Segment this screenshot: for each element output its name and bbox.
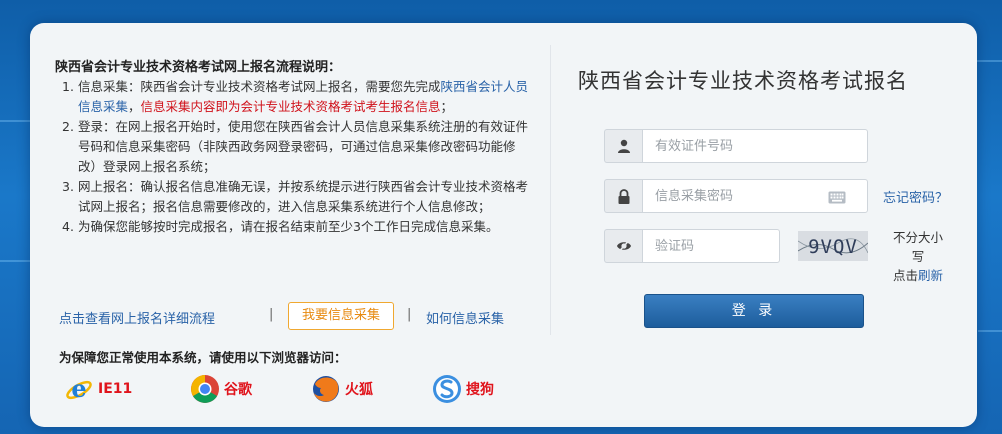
view-flow-link[interactable]: 点击查看网上报名详细流程 xyxy=(59,308,215,327)
browser-chrome[interactable]: 谷歌 xyxy=(190,373,252,405)
form-title: 陕西省会计专业技术资格考试报名 xyxy=(578,69,908,93)
login-card: 陕西省会计专业技术资格考试网上报名流程说明： 1. 信息采集：陕西省会计专业技术资… xyxy=(30,23,977,427)
guide-links: 点击查看网上报名详细流程 | 我要信息采集 | 如何信息采集 xyxy=(59,302,529,330)
guide-step: 1. 信息采集：陕西省会计专业技术资格考试网上报名，需要您先完成陕西省会计人员信息… xyxy=(62,77,530,117)
link-separator: | xyxy=(407,307,412,322)
refresh-captcha-link[interactable]: 刷新 xyxy=(918,268,943,283)
user-icon xyxy=(604,129,642,163)
step-text: 为确保您能够按时完成报名，请在报名结束前至少3个工作日完成信息采集。 xyxy=(78,219,499,234)
browser-label: 搜狗 xyxy=(466,382,494,398)
browser-sogou[interactable]: 搜狗 xyxy=(432,373,494,405)
captcha-shield-icon xyxy=(604,229,642,263)
browser-firefox[interactable]: 火狐 xyxy=(311,373,373,405)
link-separator: | xyxy=(269,307,274,322)
guide-steps: 1. 信息采集：陕西省会计专业技术资格考试网上报名，需要您先完成陕西省会计人员信息… xyxy=(62,77,530,237)
keyboard-icon[interactable] xyxy=(828,189,846,208)
step-text: ； xyxy=(440,99,454,114)
step-text: ， xyxy=(128,99,141,114)
browser-label: 谷歌 xyxy=(224,382,252,398)
refresh-prefix: 点击 xyxy=(892,268,918,283)
section-divider xyxy=(550,45,551,335)
info-collect-button[interactable]: 我要信息采集 xyxy=(288,302,394,330)
browser-label: IE11 xyxy=(98,381,133,397)
browser-tip: 为保障您正常使用本系统，请使用以下浏览器访问： xyxy=(59,350,347,365)
step-text: 网上报名：确认报名信息准确无误，并按系统提示进行陕西省会计专业技术资格考试网上报… xyxy=(78,179,529,214)
captcha-hint: 不分大小写 点击刷新 xyxy=(887,228,949,285)
forgot-password-link[interactable]: 忘记密码？ xyxy=(883,187,948,206)
step-number: 4. xyxy=(62,219,74,234)
step-number: 3. xyxy=(62,179,74,194)
captcha-field xyxy=(604,229,780,263)
guide-step: 3. 网上报名：确认报名信息准确无误，并按系统提示进行陕西省会计专业技术资格考试网… xyxy=(62,177,530,217)
captcha-text: 9VQV xyxy=(808,236,858,258)
guide-step: 2. 登录：在网上报名开始时，使用您在陕西省会计人员信息采集系统注册的有效证件号码… xyxy=(62,117,530,177)
step-text: 登录：在网上报名开始时，使用您在陕西省会计人员信息采集系统注册的有效证件号码和信… xyxy=(78,119,529,174)
case-insensitive-note: 不分大小写 xyxy=(892,230,943,264)
svg-text:e: e xyxy=(71,374,86,403)
browser-ie[interactable]: e IE11 xyxy=(64,373,132,405)
chrome-icon xyxy=(190,374,220,404)
how-collect-link[interactable]: 如何信息采集 xyxy=(426,308,504,327)
login-button[interactable]: 登 录 xyxy=(644,294,864,328)
firefox-icon xyxy=(311,374,341,404)
id-number-field xyxy=(604,129,868,163)
id-number-input[interactable] xyxy=(642,129,868,163)
password-field xyxy=(604,179,868,213)
step-text: 信息采集：陕西省会计专业技术资格考试网上报名，需要您先完成 xyxy=(78,79,441,94)
captcha-image[interactable]: 9VQV xyxy=(798,231,868,261)
step-number: 2. xyxy=(62,119,74,134)
step-number: 1. xyxy=(62,79,74,94)
step-text: 信息采集内容即为会计专业技术资格考试考生报名信息 xyxy=(140,99,441,114)
lock-icon xyxy=(604,179,642,213)
sogou-icon xyxy=(432,374,462,404)
captcha-input[interactable] xyxy=(642,229,780,263)
guide-title: 陕西省会计专业技术资格考试网上报名流程说明： xyxy=(55,60,342,75)
ie-icon: e xyxy=(64,374,94,404)
guide-step: 4. 为确保您能够按时完成报名，请在报名结束前至少3个工作日完成信息采集。 xyxy=(62,217,530,237)
browser-label: 火狐 xyxy=(345,382,373,398)
